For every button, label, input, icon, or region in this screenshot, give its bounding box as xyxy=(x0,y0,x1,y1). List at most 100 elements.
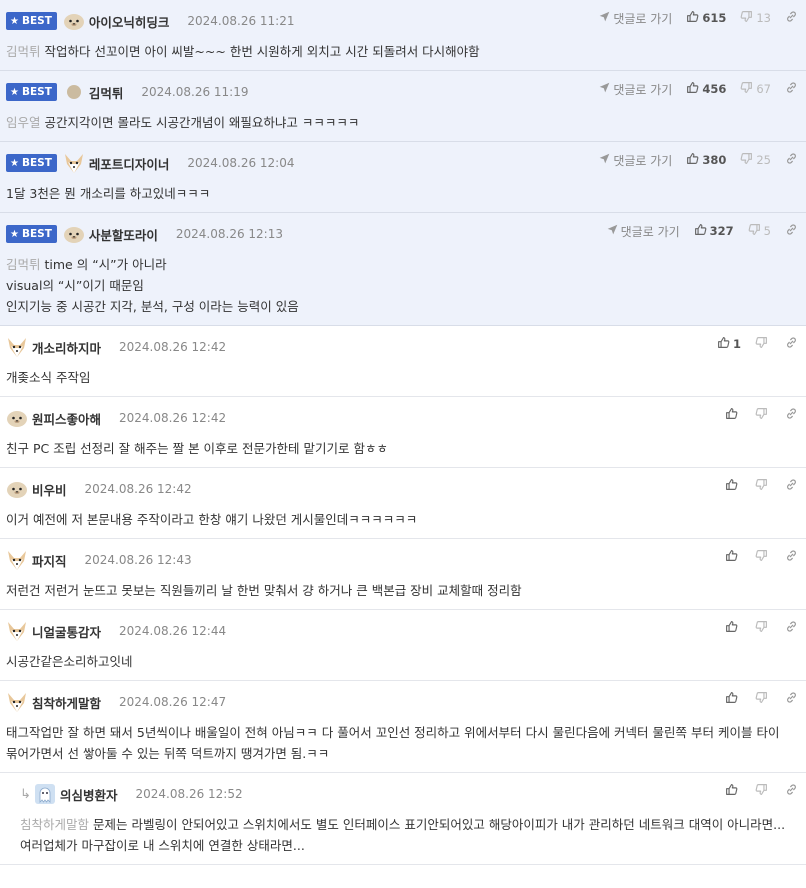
comment-date: 2024.08.26 12:42 xyxy=(84,482,192,496)
ball-avatar[interactable] xyxy=(63,223,85,245)
copy-link-button[interactable] xyxy=(785,152,798,168)
comment-tools: 댓글로 가기 615 13 xyxy=(599,8,798,28)
like-button[interactable]: 456 xyxy=(686,81,726,97)
comment-header: ↳ 의심병환자 2024.08.26 12:52 xyxy=(20,783,800,805)
dog-avatar[interactable] xyxy=(63,152,85,174)
thumbs-up-icon xyxy=(686,81,702,97)
goto-comment-link[interactable]: 댓글로 가기 xyxy=(599,10,672,27)
ball-avatar[interactable] xyxy=(63,10,85,32)
comment-line: 임우열 공간지각이면 몰라도 시공간개념이 왜필요하냐고 ㅋㅋㅋㅋㅋ xyxy=(6,112,794,133)
copy-link-button[interactable] xyxy=(785,336,798,352)
like-count: 1 xyxy=(732,337,741,351)
like-count: 615 xyxy=(702,11,727,25)
dislike-button[interactable] xyxy=(755,783,771,799)
comment-text: 문제는 라벨링이 안되어있고 스위치에서도 별도 인터페이스 표기안되어있고 해… xyxy=(20,817,786,853)
comment-line: 1달 3천은 뭔 개소리를 하고있네ㅋㅋㅋ xyxy=(6,183,794,204)
thumbs-down-icon xyxy=(740,10,756,26)
dislike-button[interactable] xyxy=(755,478,771,494)
dislike-button[interactable] xyxy=(755,691,771,707)
nickname[interactable]: 사분할또라이 xyxy=(89,225,158,244)
like-button[interactable] xyxy=(725,620,741,636)
like-button[interactable] xyxy=(725,478,741,494)
like-button[interactable]: 1 xyxy=(717,336,741,352)
copy-link-button[interactable] xyxy=(785,549,798,565)
dog-avatar[interactable] xyxy=(6,620,28,642)
comment-body: 1달 3천은 뭔 개소리를 하고있네ㅋㅋㅋ xyxy=(6,183,800,204)
comment-header: 니얼굴통감자 2024.08.26 12:44 xyxy=(6,620,800,642)
mention[interactable]: 김먹튀 xyxy=(6,44,41,59)
dislike-button[interactable]: 67 xyxy=(740,81,771,97)
nickname[interactable]: 개소리하지마 xyxy=(32,338,101,357)
nickname[interactable]: 레포트디자이너 xyxy=(89,154,170,173)
best-badge: ★ BEST xyxy=(6,83,57,101)
copy-link-button[interactable] xyxy=(785,81,798,97)
copy-link-button[interactable] xyxy=(785,478,798,494)
comment-text: 작업하다 선꼬이면 아이 씨발~~~ 한번 시원하게 외치고 시간 되돌려서 다… xyxy=(44,44,480,59)
nickname[interactable]: 비우비 xyxy=(32,480,67,499)
like-button[interactable] xyxy=(725,691,741,707)
nickname[interactable]: 의심병환자 xyxy=(60,785,118,804)
comment-header: 비우비 2024.08.26 12:42 xyxy=(6,478,800,500)
goto-comment-link[interactable]: 댓글로 가기 xyxy=(599,152,672,169)
comment-text: 태그작업만 잘 하면 돼서 5년씩이나 배울일이 전혀 아님ㅋㅋ 다 풀어서 꼬… xyxy=(6,725,780,761)
nickname[interactable]: 김먹튀 xyxy=(89,83,124,102)
nickname[interactable]: 파지직 xyxy=(32,551,67,570)
comment-date: 2024.08.26 11:21 xyxy=(187,14,295,28)
link-icon xyxy=(785,783,798,799)
dot-avatar[interactable] xyxy=(63,81,85,103)
thumbs-down-icon xyxy=(755,336,771,352)
comment-header: 파지직 2024.08.26 12:43 xyxy=(6,549,800,571)
like-button[interactable] xyxy=(725,783,741,799)
comment-line: 김먹튀 time 의 “시”가 아니라 xyxy=(6,254,794,275)
reply-arrow-icon: ↳ xyxy=(20,786,31,802)
comment-tools: 댓글로 가기 380 25 xyxy=(599,150,798,170)
comment-text: 이거 예전에 저 본문내용 주작이라고 한창 얘기 나왔던 게시물인데ㅋㅋㅋㅋㅋ… xyxy=(6,512,418,527)
dislike-button[interactable] xyxy=(755,620,771,636)
copy-link-button[interactable] xyxy=(785,407,798,423)
mention[interactable]: 침착하게말함 xyxy=(20,817,89,832)
comment-text: visual의 “시”이기 때문임 xyxy=(6,278,144,293)
nickname[interactable]: 침착하게말함 xyxy=(32,693,101,712)
dog-avatar[interactable] xyxy=(6,691,28,713)
ball-avatar[interactable] xyxy=(6,478,28,500)
comment-line: 침착하게말함 문제는 라벨링이 안되어있고 스위치에서도 별도 인터페이스 표기… xyxy=(20,814,794,856)
goto-comment-link[interactable]: 댓글로 가기 xyxy=(607,223,680,240)
dislike-button[interactable]: 13 xyxy=(740,10,771,26)
nickname[interactable]: 니얼굴통감자 xyxy=(32,622,101,641)
like-button[interactable] xyxy=(725,407,741,423)
like-button[interactable]: 327 xyxy=(694,223,734,239)
dislike-button[interactable]: 5 xyxy=(748,223,771,239)
ball-avatar[interactable] xyxy=(6,407,28,429)
dog-avatar[interactable] xyxy=(6,549,28,571)
copy-link-button[interactable] xyxy=(785,223,798,239)
like-button[interactable] xyxy=(725,549,741,565)
dislike-count: 67 xyxy=(756,82,771,96)
like-button[interactable]: 380 xyxy=(686,152,726,168)
thumbs-down-icon xyxy=(755,783,771,799)
star-icon: ★ xyxy=(10,86,19,98)
dislike-button[interactable]: 25 xyxy=(740,152,771,168)
comment-list: ★ BEST 아이오닉히딩크 2024.08.26 11:21 댓글로 가기 615 13 김… xyxy=(0,0,806,865)
link-icon xyxy=(785,10,798,26)
like-button[interactable]: 615 xyxy=(686,10,726,26)
dislike-button[interactable] xyxy=(755,549,771,565)
dislike-button[interactable] xyxy=(755,407,771,423)
comment-text: 개좆소식 주작임 xyxy=(6,370,91,385)
copy-link-button[interactable] xyxy=(785,783,798,799)
comment-body: 이거 예전에 저 본문내용 주작이라고 한창 얘기 나왔던 게시물인데ㅋㅋㅋㅋㅋ… xyxy=(6,509,800,530)
mention[interactable]: 임우열 xyxy=(6,115,41,130)
thumbs-up-icon xyxy=(725,478,741,494)
dog-avatar[interactable] xyxy=(6,336,28,358)
ghost-avatar[interactable] xyxy=(34,783,56,805)
nickname[interactable]: 원피스좋아해 xyxy=(32,409,101,428)
comment: 개소리하지마 2024.08.26 12:42 1 개좆소식 주작임 xyxy=(0,326,806,397)
goto-comment-link[interactable]: 댓글로 가기 xyxy=(599,81,672,98)
dislike-button[interactable] xyxy=(755,336,771,352)
mention[interactable]: 김먹튀 xyxy=(6,257,41,272)
nickname[interactable]: 아이오닉히딩크 xyxy=(89,12,170,31)
copy-link-button[interactable] xyxy=(785,691,798,707)
comment-body: 임우열 공간지각이면 몰라도 시공간개념이 왜필요하냐고 ㅋㅋㅋㅋㅋ xyxy=(6,112,800,133)
thumbs-down-icon xyxy=(740,152,756,168)
copy-link-button[interactable] xyxy=(785,10,798,26)
copy-link-button[interactable] xyxy=(785,620,798,636)
